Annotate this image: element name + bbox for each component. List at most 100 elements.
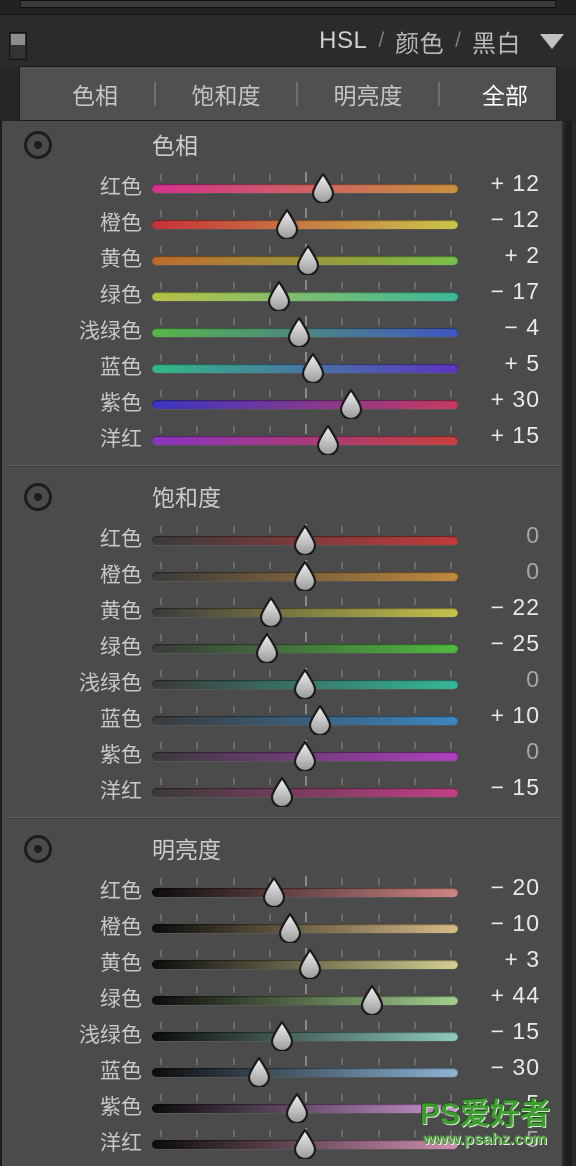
- slider-track[interactable]: [152, 292, 458, 301]
- slider-control[interactable]: [152, 907, 458, 943]
- slider-thumb[interactable]: [253, 633, 281, 663]
- slider-value[interactable]: + 15: [468, 422, 540, 449]
- slider-value[interactable]: − 4: [468, 314, 540, 341]
- slider-value[interactable]: + 3: [468, 946, 540, 973]
- slider-control[interactable]: [152, 979, 458, 1015]
- slider-track[interactable]: [152, 436, 458, 445]
- slider-thumb[interactable]: [257, 597, 285, 627]
- slider-value[interactable]: + 44: [468, 982, 540, 1009]
- slider-track[interactable]: [152, 644, 458, 653]
- slider-thumb[interactable]: [245, 1057, 273, 1087]
- slider-thumb[interactable]: [273, 209, 301, 239]
- slider-control[interactable]: [152, 735, 458, 771]
- slider-control[interactable]: [152, 275, 458, 311]
- tab-3[interactable]: 明亮度: [298, 77, 438, 111]
- slider-control[interactable]: [152, 591, 458, 627]
- slider-value[interactable]: − 17: [468, 278, 540, 305]
- slider-value[interactable]: − 20: [468, 874, 540, 901]
- slider-value[interactable]: − 15: [468, 774, 540, 801]
- slider-track[interactable]: [152, 1068, 458, 1077]
- slider-thumb[interactable]: [276, 913, 304, 943]
- slider-track[interactable]: [152, 924, 458, 933]
- slider-thumb[interactable]: [285, 317, 313, 347]
- slider-value[interactable]: 0: [468, 666, 540, 693]
- slider-thumb[interactable]: [306, 705, 334, 735]
- slider-control[interactable]: [152, 311, 458, 347]
- slider-track[interactable]: [152, 1032, 458, 1041]
- slider-control[interactable]: [152, 347, 458, 383]
- slider-thumb[interactable]: [283, 1093, 311, 1123]
- slider-control[interactable]: [152, 943, 458, 979]
- slider-thumb[interactable]: [260, 877, 288, 907]
- slider-track[interactable]: [152, 184, 458, 193]
- slider-control[interactable]: [152, 419, 458, 455]
- slider-value[interactable]: + 2: [468, 242, 540, 269]
- slider-thumb[interactable]: [265, 281, 293, 311]
- header-segment-color[interactable]: 颜色: [395, 24, 444, 59]
- tab-2[interactable]: 饱和度: [156, 77, 296, 111]
- target-adjustment-icon[interactable]: [24, 483, 52, 511]
- slider-thumb[interactable]: [309, 173, 337, 203]
- slider-value[interactable]: − 10: [468, 910, 540, 937]
- slider-track[interactable]: [152, 716, 458, 725]
- panel-switch-icon[interactable]: [9, 32, 27, 60]
- scrollbar-rail[interactable]: [562, 121, 576, 1166]
- slider-control[interactable]: [152, 383, 458, 419]
- slider-control[interactable]: [152, 771, 458, 807]
- slider-value[interactable]: − 30: [468, 1054, 540, 1081]
- slider-track[interactable]: [152, 608, 458, 617]
- tab-1[interactable]: 色相: [36, 77, 154, 111]
- slider-thumb[interactable]: [296, 949, 324, 979]
- target-adjustment-icon[interactable]: [24, 131, 52, 159]
- slider-value[interactable]: − 25: [468, 630, 540, 657]
- slider-control[interactable]: [152, 203, 458, 239]
- slider-thumb[interactable]: [314, 425, 342, 455]
- slider-thumb[interactable]: [358, 985, 386, 1015]
- slider-thumb[interactable]: [337, 389, 365, 419]
- slider-track[interactable]: [152, 996, 458, 1005]
- slider-control[interactable]: [152, 1123, 458, 1159]
- slider-thumb[interactable]: [291, 561, 319, 591]
- slider-value[interactable]: 5: [468, 1126, 540, 1153]
- target-adjustment-icon[interactable]: [24, 835, 52, 863]
- slider-track[interactable]: [152, 788, 458, 797]
- chevron-down-icon[interactable]: [540, 15, 564, 67]
- slider-control[interactable]: [152, 519, 458, 555]
- slider-value[interactable]: − 12: [468, 206, 540, 233]
- slider-thumb[interactable]: [291, 1129, 319, 1159]
- slider-control[interactable]: [152, 627, 458, 663]
- slider-control[interactable]: [152, 239, 458, 275]
- slider-value[interactable]: + 30: [468, 386, 540, 413]
- slider-thumb[interactable]: [299, 353, 327, 383]
- slider-value[interactable]: 0: [468, 738, 540, 765]
- slider-thumb[interactable]: [268, 1021, 296, 1051]
- slider-thumb[interactable]: [291, 669, 319, 699]
- slider-thumb[interactable]: [268, 777, 296, 807]
- slider-control[interactable]: [152, 1015, 458, 1051]
- slider-control[interactable]: [152, 167, 458, 203]
- slider-track[interactable]: [152, 888, 458, 897]
- slider-control[interactable]: [152, 1051, 458, 1087]
- slider-value[interactable]: 0: [468, 558, 540, 585]
- slider-track[interactable]: [152, 220, 458, 229]
- slider-value[interactable]: + 10: [468, 702, 540, 729]
- slider-control[interactable]: [152, 871, 458, 907]
- slider-control[interactable]: [152, 663, 458, 699]
- slider-control[interactable]: [152, 699, 458, 735]
- slider-thumb[interactable]: [294, 245, 322, 275]
- slider-thumb[interactable]: [291, 741, 319, 771]
- slider-value[interactable]: − 5: [468, 1090, 540, 1117]
- slider-control[interactable]: [152, 555, 458, 591]
- slider-control[interactable]: [152, 1087, 458, 1123]
- slider-value[interactable]: − 15: [468, 1018, 540, 1045]
- slider-thumb[interactable]: [291, 525, 319, 555]
- slider-track[interactable]: [152, 400, 458, 409]
- header-segment-bw[interactable]: 黑白: [472, 24, 521, 59]
- slider-value[interactable]: + 5: [468, 350, 540, 377]
- scrollbar-thumb[interactable]: [565, 121, 572, 1166]
- slider-value[interactable]: + 12: [468, 170, 540, 197]
- slider-value[interactable]: 0: [468, 522, 540, 549]
- header-segment-hsl[interactable]: HSL: [319, 27, 367, 55]
- slider-value[interactable]: − 22: [468, 594, 540, 621]
- tab-4[interactable]: 全部: [440, 77, 570, 111]
